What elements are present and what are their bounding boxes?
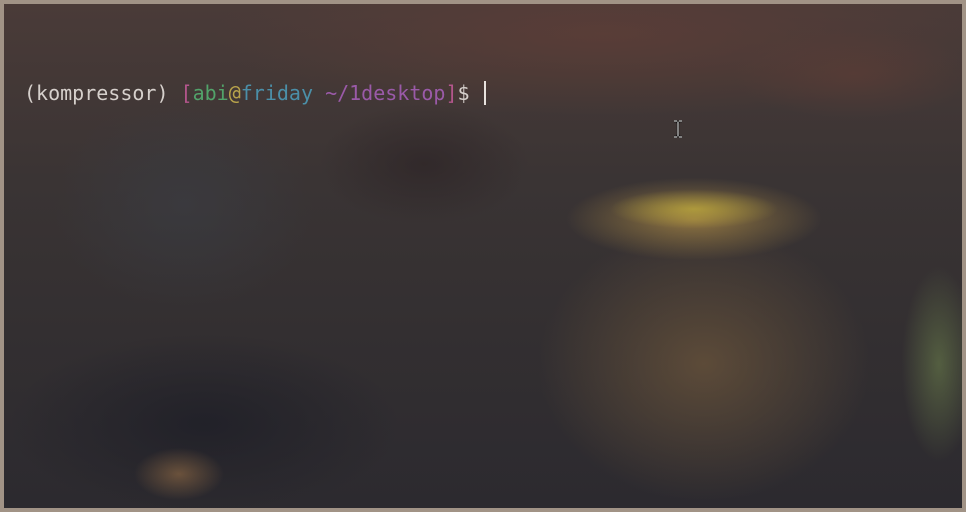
text-cursor (483, 81, 486, 105)
prompt-path: ~/1desktop (325, 81, 446, 105)
prompt-host: friday (240, 81, 314, 105)
prompt-dollar: $ (457, 81, 470, 105)
prompt-line: (kompressor) [abi @ friday ~/1desktop] $ (24, 80, 962, 106)
terminal-output[interactable]: (kompressor) [abi @ friday ~/1desktop] $ (4, 4, 962, 508)
virtualenv-label: (kompressor) (24, 81, 169, 105)
terminal-window[interactable]: (kompressor) [abi @ friday ~/1desktop] $ (0, 0, 966, 512)
prompt-close-bracket: ] (445, 81, 458, 105)
prompt-open-bracket: [ (180, 81, 193, 105)
prompt-at: @ (228, 81, 241, 105)
prompt-user: abi (192, 81, 229, 105)
text-ibeam-cursor-icon (674, 120, 682, 138)
